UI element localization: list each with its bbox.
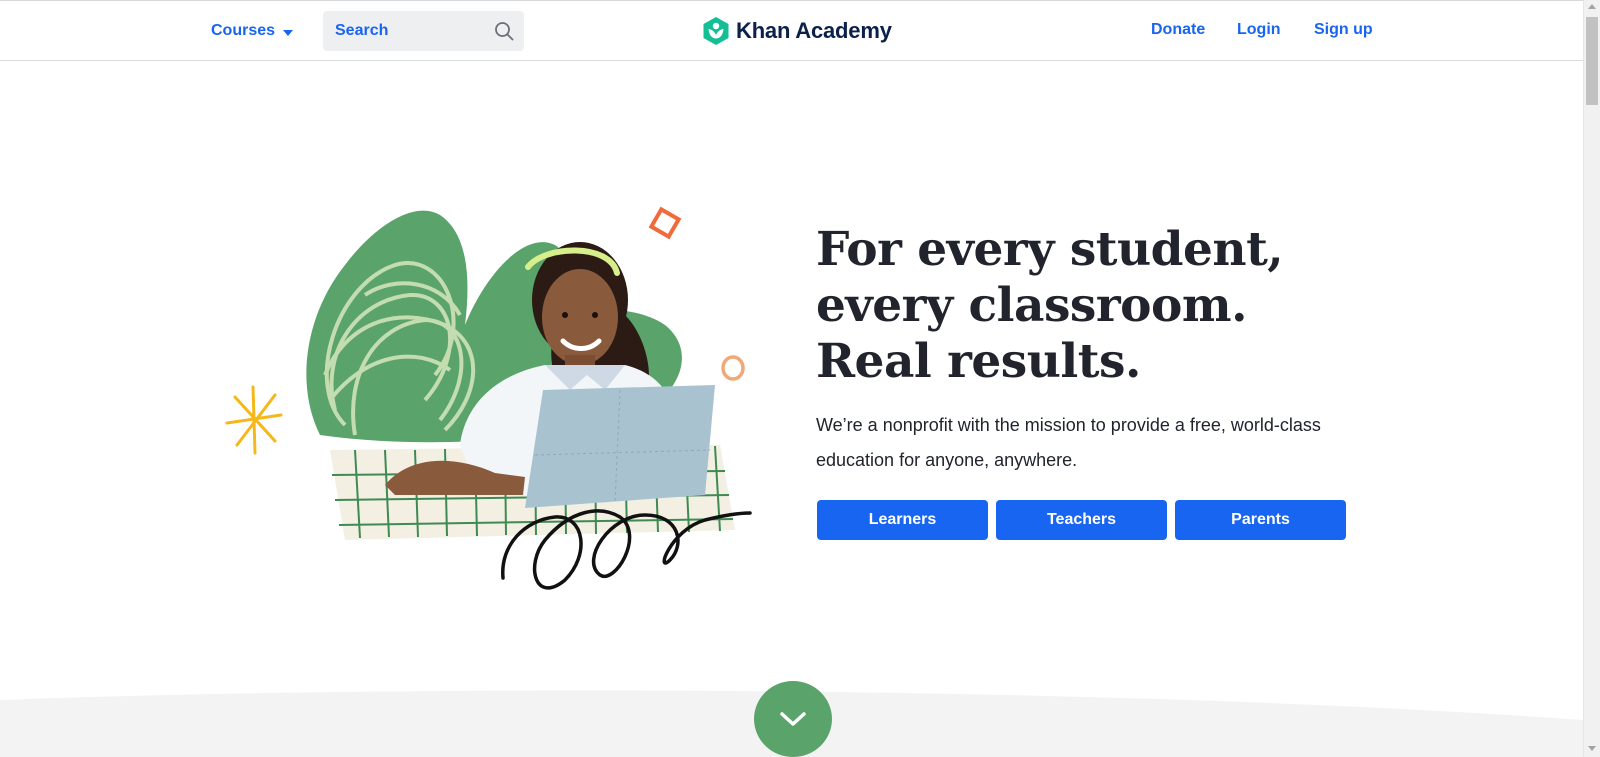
signup-link[interactable]: Sign up xyxy=(1314,21,1373,41)
headline-line-3: Real results. xyxy=(816,334,1141,389)
hero-headline: For every student, every classroom. Real… xyxy=(816,222,1296,390)
donate-link[interactable]: Donate xyxy=(1151,21,1205,41)
search-box[interactable] xyxy=(323,11,524,51)
site-logo[interactable]: Khan Academy xyxy=(702,16,892,46)
parents-button[interactable]: Parents xyxy=(1175,500,1346,540)
headline-line-1: For every student, xyxy=(816,222,1284,277)
courses-menu-button[interactable]: Courses xyxy=(211,21,294,41)
headline-line-2: every classroom. xyxy=(816,278,1247,333)
scroll-down-arrow-icon[interactable] xyxy=(1588,746,1596,751)
scrollbar-thumb[interactable] xyxy=(1586,17,1598,105)
hero-illustration xyxy=(225,206,752,590)
teachers-button[interactable]: Teachers xyxy=(996,500,1167,540)
search-input[interactable] xyxy=(335,22,485,40)
learners-button[interactable]: Learners xyxy=(817,500,988,540)
scroll-down-button[interactable] xyxy=(754,681,832,757)
page-scrollbar[interactable] xyxy=(1583,0,1600,757)
site-header: Courses Khan Academy Donate Login Sign u… xyxy=(0,1,1583,61)
courses-label: Courses xyxy=(211,22,276,39)
caret-down-icon xyxy=(283,29,294,36)
scroll-up-arrow-icon[interactable] xyxy=(1588,4,1596,9)
login-link[interactable]: Login xyxy=(1237,21,1281,41)
chevron-down-icon xyxy=(780,712,806,726)
search-icon[interactable] xyxy=(494,21,514,41)
hero-subtext: We’re a nonprofit with the mission to pr… xyxy=(816,415,1321,470)
logo-text: Khan Academy xyxy=(736,18,892,43)
khan-academy-logo-icon xyxy=(703,17,729,45)
